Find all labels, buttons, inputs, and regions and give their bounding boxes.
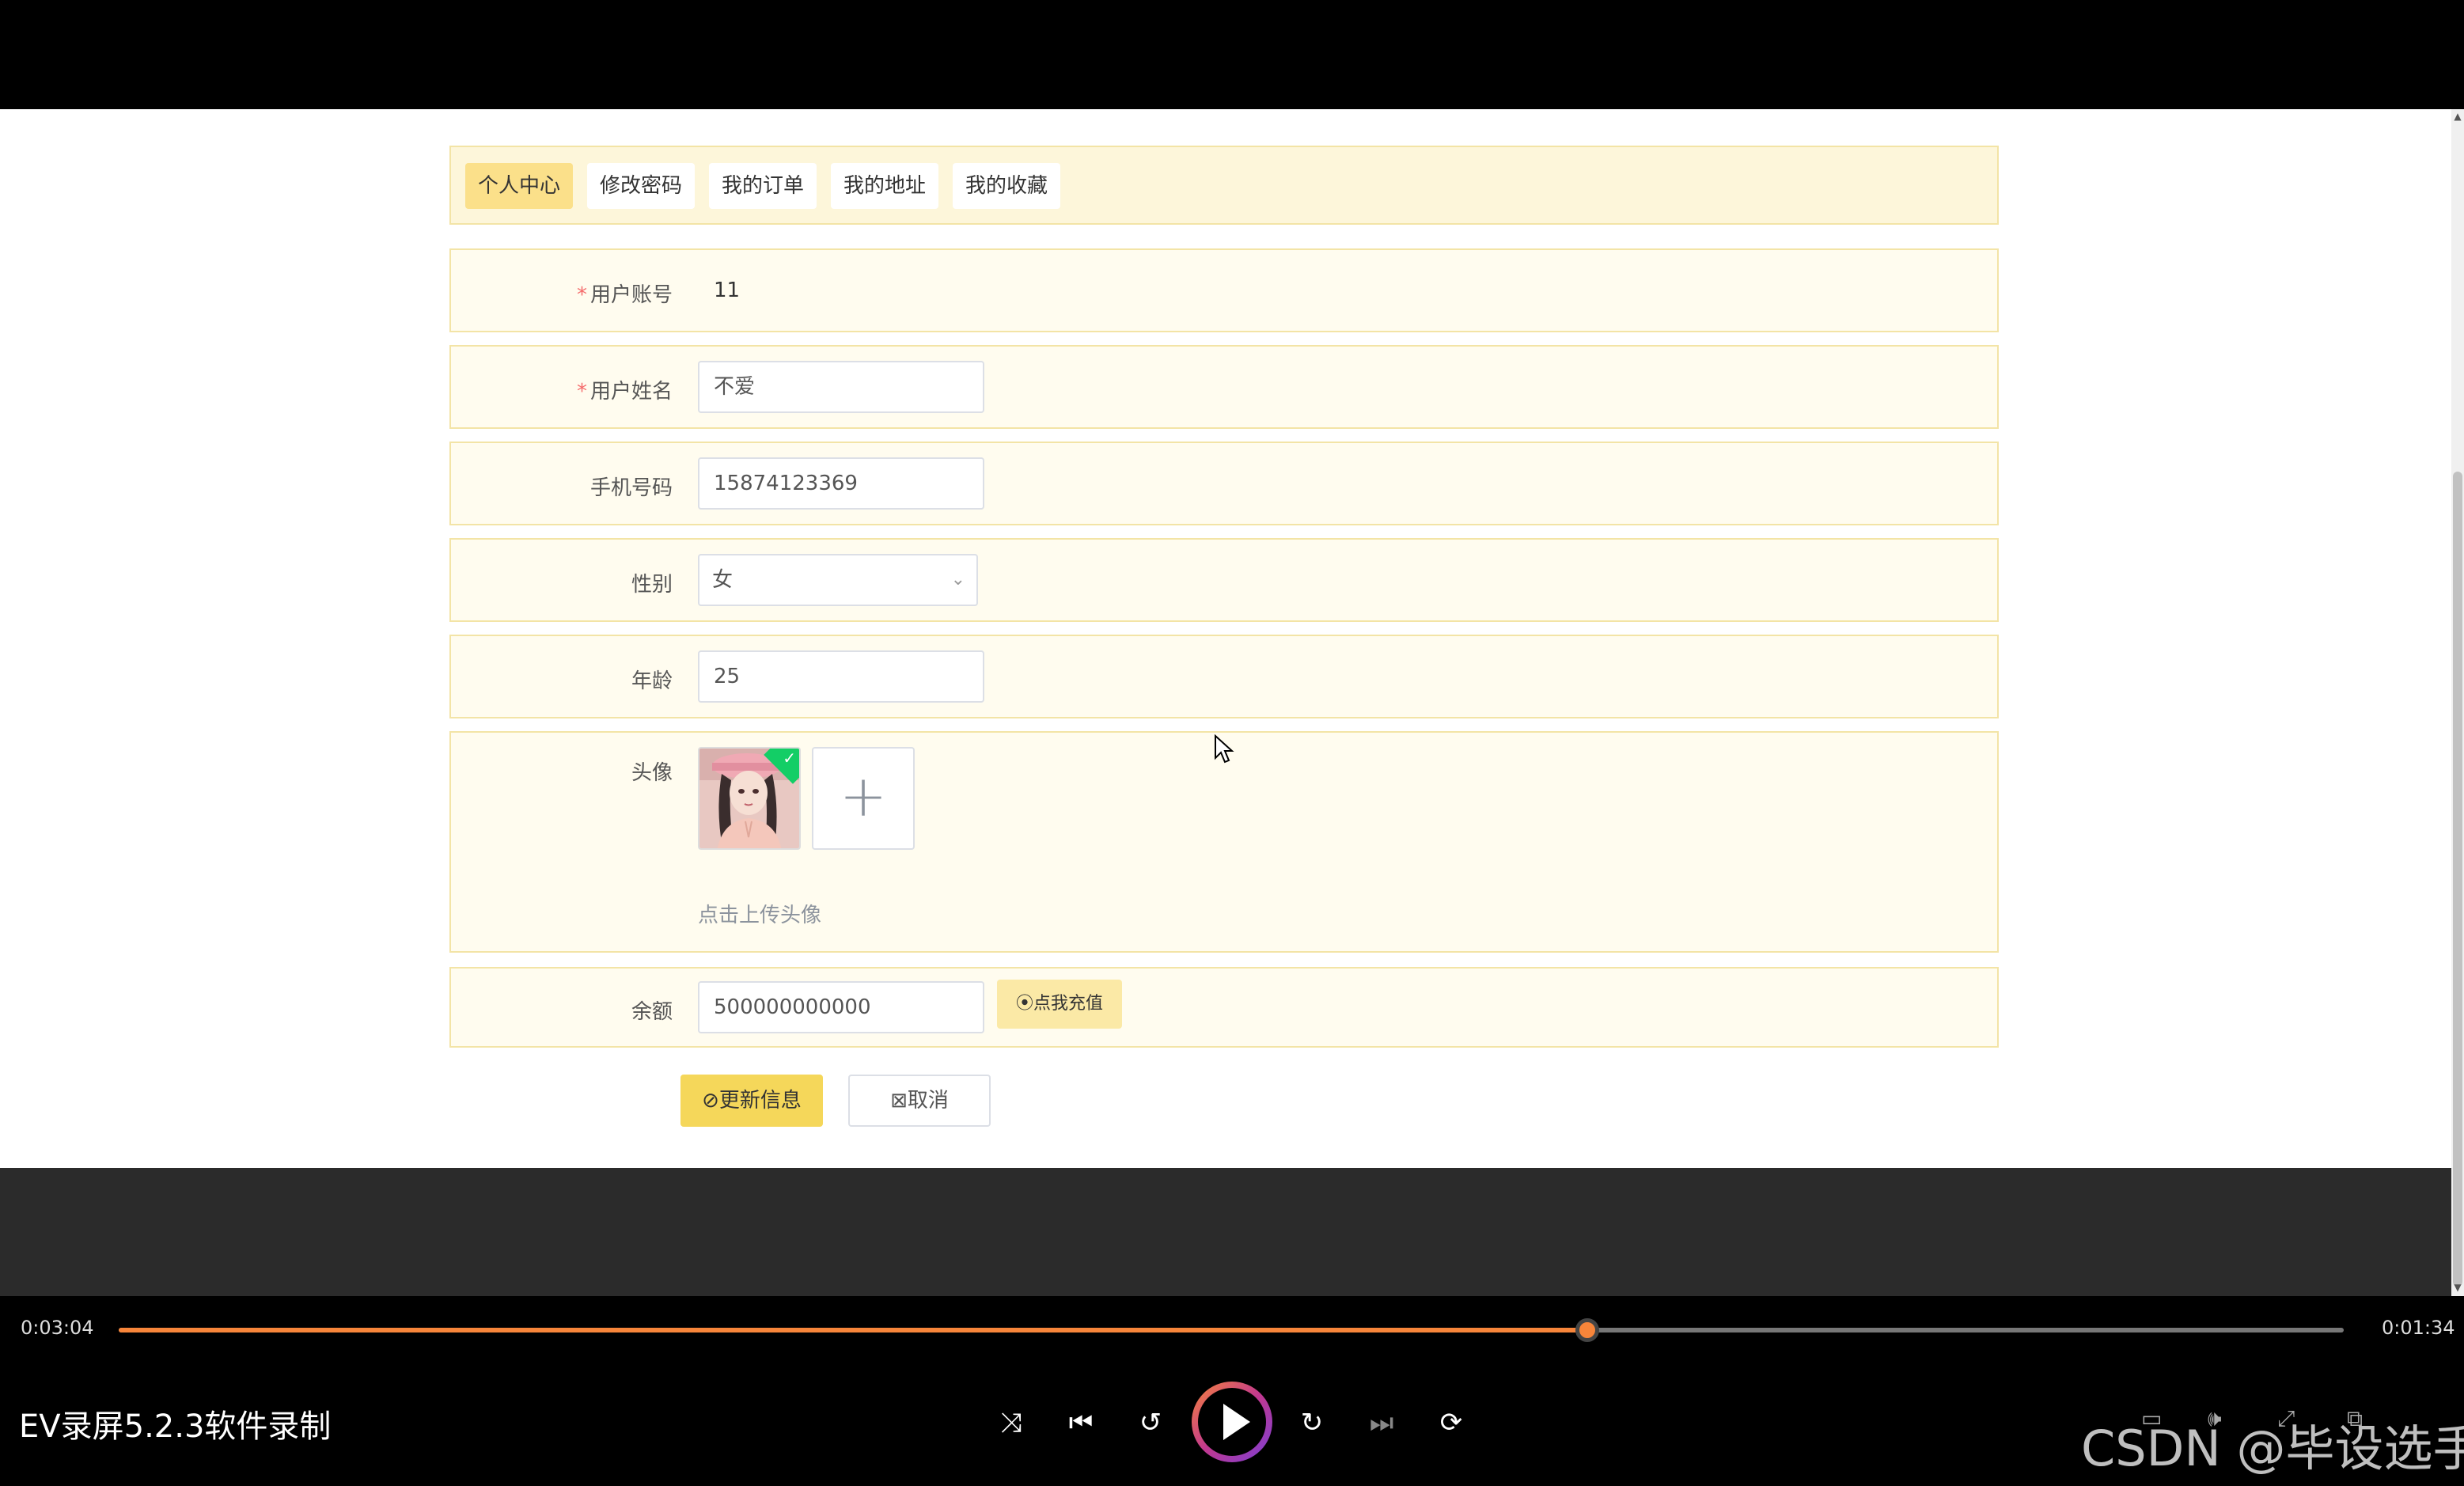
watermark: CSDN @毕设选手 <box>2081 1420 2464 1477</box>
tab-my-orders[interactable]: 我的订单 <box>709 163 817 209</box>
avatar[interactable]: ✓ <box>698 747 801 850</box>
radio-icon: ⦿ <box>1016 994 1034 1014</box>
account-label: * 用户账号 <box>576 283 673 307</box>
play-icon <box>1223 1404 1250 1440</box>
name-input[interactable]: 不爱 <box>698 361 984 413</box>
recharge-button[interactable]: ⦿点我充值 <box>997 980 1123 1029</box>
next-icon[interactable]: ⏭ <box>1358 1401 1405 1445</box>
chevron-down-icon: ⌄ <box>950 570 965 589</box>
name-label: * 用户姓名 <box>576 380 673 404</box>
avatar-label: 头像 <box>631 761 673 785</box>
scrollbar-thumb[interactable] <box>2453 472 2462 1287</box>
form-row-account: * 用户账号 11 <box>449 248 1999 332</box>
account-value: 11 <box>714 279 741 302</box>
progress-bar[interactable] <box>119 1318 2344 1342</box>
age-input[interactable]: 25 <box>698 650 984 703</box>
repeat-icon[interactable]: ⟳ <box>1427 1401 1475 1445</box>
scroll-up-icon[interactable]: ▲ <box>2453 111 2462 122</box>
phone-input[interactable]: 15874123369 <box>698 457 984 510</box>
update-info-button[interactable]: ⊘更新信息 <box>680 1075 823 1127</box>
form-row-phone: 手机号码 15874123369 <box>449 442 1999 525</box>
gender-select-value: 女 <box>712 568 734 592</box>
progress-fill <box>119 1328 1587 1332</box>
tab-my-favorites[interactable]: 我的收藏 <box>953 163 1061 209</box>
phone-label: 手机号码 <box>589 476 673 500</box>
form-row-age: 年龄 25 <box>449 635 1999 718</box>
form-row-gender: 性别 女 ⌄ <box>449 538 1999 622</box>
check-circle-icon: ⊘ <box>702 1089 719 1113</box>
tab-my-address[interactable]: 我的地址 <box>831 163 939 209</box>
required-mark: * <box>576 380 587 404</box>
shuffle-icon[interactable]: ⤨ <box>987 1401 1035 1445</box>
balance-input[interactable]: 500000000000 <box>698 981 984 1033</box>
cancel-button[interactable]: ⊠取消 <box>848 1075 991 1127</box>
tab-change-password[interactable]: 修改密码 <box>587 163 696 209</box>
recorder-label: EV录屏5.2.3软件录制 <box>19 1408 332 1445</box>
gender-label: 性别 <box>631 573 673 597</box>
balance-label: 余额 <box>631 1000 673 1024</box>
forward-30-icon[interactable]: ↻ <box>1288 1401 1336 1445</box>
scroll-down-icon[interactable]: ▼ <box>2453 1282 2462 1293</box>
page-footer-area <box>0 1168 2451 1296</box>
form-row-balance: 余额 500000000000 ⦿点我充值 <box>449 967 1999 1048</box>
play-button[interactable] <box>1192 1382 1272 1462</box>
rewind-10-icon[interactable]: ↺ <box>1127 1401 1174 1445</box>
current-time: 0:03:04 <box>21 1317 94 1339</box>
top-black-bar <box>0 0 2464 109</box>
check-icon: ✓ <box>783 749 796 768</box>
play-button-inner <box>1198 1388 1266 1456</box>
gender-select[interactable]: 女 ⌄ <box>698 554 978 606</box>
form-row-name: * 用户姓名 不爱 <box>449 345 1999 429</box>
close-box-icon: ⊠ <box>890 1089 908 1113</box>
total-time: 0:01:34 <box>2382 1317 2455 1339</box>
user-center-tabs: 个人中心 修改密码 我的订单 我的地址 我的收藏 <box>449 146 1999 225</box>
mouse-cursor-icon <box>1215 734 1234 764</box>
age-label: 年龄 <box>631 669 673 693</box>
upload-hint: 点击上传头像 <box>698 904 822 927</box>
progress-knob[interactable] <box>1575 1318 1599 1342</box>
tab-personal-center[interactable]: 个人中心 <box>465 163 574 209</box>
form-row-avatar: 头像 ✓ + 点击上传头像 <box>449 731 1999 953</box>
required-mark: * <box>576 283 587 307</box>
upload-button[interactable]: + <box>812 747 915 850</box>
plus-icon: + <box>839 763 888 829</box>
previous-icon[interactable]: ⏮ <box>1057 1401 1105 1445</box>
